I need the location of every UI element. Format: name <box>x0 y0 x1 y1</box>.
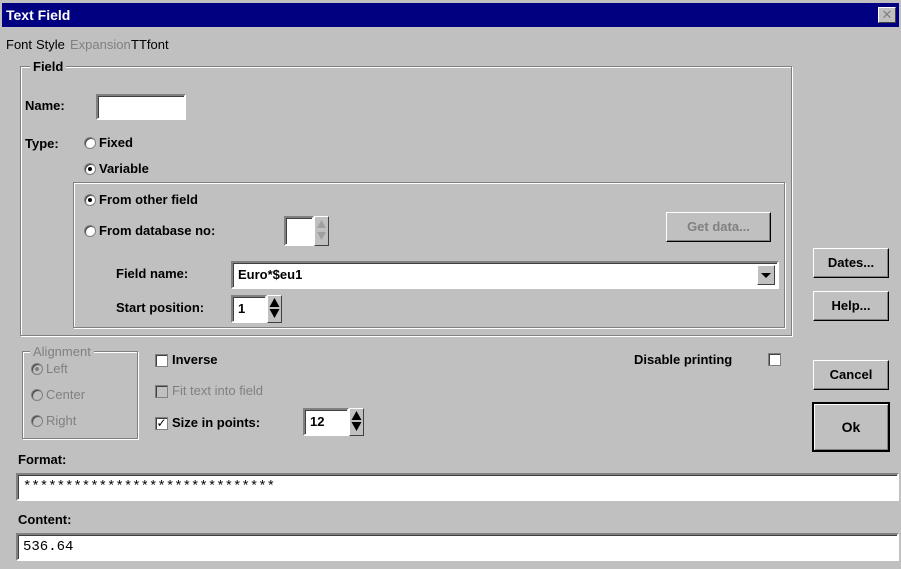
help-button[interactable]: Help... <box>813 291 889 321</box>
menu-expansion: Expansion <box>70 37 131 52</box>
name-input[interactable] <box>96 94 186 120</box>
spinner-arrows-icon <box>317 220 326 240</box>
size-in-points-spinner[interactable] <box>349 408 364 436</box>
field-name-dropdown-button[interactable] <box>757 265 775 285</box>
text-field-dialog: Text Field ✕ Font Style Expansion TTfont… <box>0 0 901 569</box>
from-other-field-radio[interactable] <box>84 194 96 206</box>
ok-button[interactable]: Ok <box>812 402 890 452</box>
content-label: Content: <box>18 512 72 527</box>
get-data-button: Get data... <box>666 212 771 242</box>
fit-text-label: Fit text into field <box>172 383 264 398</box>
menu-ttfont[interactable]: TTfont <box>131 37 169 52</box>
fixed-label[interactable]: Fixed <box>99 135 133 150</box>
checkmark-icon: ✓ <box>156 416 167 430</box>
align-center-radio <box>31 389 43 401</box>
menu-font[interactable]: Font <box>6 37 32 52</box>
close-icon: ✕ <box>881 7 893 22</box>
align-center-label: Center <box>46 387 86 402</box>
from-other-field-label[interactable]: From other field <box>99 192 198 207</box>
spinner-arrows-icon <box>351 411 362 431</box>
inverse-label[interactable]: Inverse <box>172 352 218 367</box>
format-label: Format: <box>18 452 67 467</box>
dates-button[interactable]: Dates... <box>813 248 889 278</box>
start-position-input[interactable]: 1 <box>231 295 267 323</box>
size-in-points-label[interactable]: Size in points: <box>172 415 260 430</box>
title-bar: Text Field ✕ <box>2 3 899 27</box>
start-position-label: Start position: <box>116 300 205 315</box>
database-number-input[interactable] <box>284 216 314 246</box>
from-database-radio[interactable] <box>84 225 96 237</box>
type-label: Type: <box>25 136 59 151</box>
menu-bar: Font Style Expansion TTfont <box>2 28 899 58</box>
database-number-spinner <box>314 216 329 246</box>
fit-text-checkbox <box>155 385 168 398</box>
cancel-button[interactable]: Cancel <box>813 360 889 390</box>
disable-printing-checkbox[interactable] <box>768 353 781 366</box>
field-name-dropdown[interactable]: Euro*$eu1 <box>231 261 779 289</box>
field-group-legend: Field <box>30 59 67 74</box>
spinner-arrows-icon <box>269 298 280 318</box>
align-right-label: Right <box>46 413 77 428</box>
inverse-checkbox[interactable] <box>155 354 168 367</box>
start-position-spinner[interactable] <box>267 295 282 323</box>
variable-radio[interactable] <box>84 163 96 175</box>
align-left-label: Left <box>46 361 68 376</box>
chevron-down-icon <box>761 273 771 278</box>
format-input[interactable]: ****************************** <box>16 473 899 501</box>
content-input[interactable]: 536.64 <box>16 533 899 561</box>
disable-printing-label[interactable]: Disable printing <box>634 352 732 367</box>
name-label: Name: <box>25 98 65 113</box>
menu-style[interactable]: Style <box>36 37 65 52</box>
close-button[interactable]: ✕ <box>878 7 896 23</box>
size-in-points-checkbox[interactable]: ✓ <box>155 417 168 430</box>
field-name-label: Field name: <box>116 266 189 281</box>
fixed-radio[interactable] <box>84 137 96 149</box>
from-database-label[interactable]: From database no: <box>99 223 215 238</box>
alignment-legend: Alignment <box>30 344 94 359</box>
size-in-points-input[interactable]: 12 <box>303 408 349 436</box>
align-left-radio <box>31 363 43 375</box>
align-right-radio <box>31 415 43 427</box>
window-title: Text Field <box>6 7 71 23</box>
variable-label[interactable]: Variable <box>99 161 149 176</box>
